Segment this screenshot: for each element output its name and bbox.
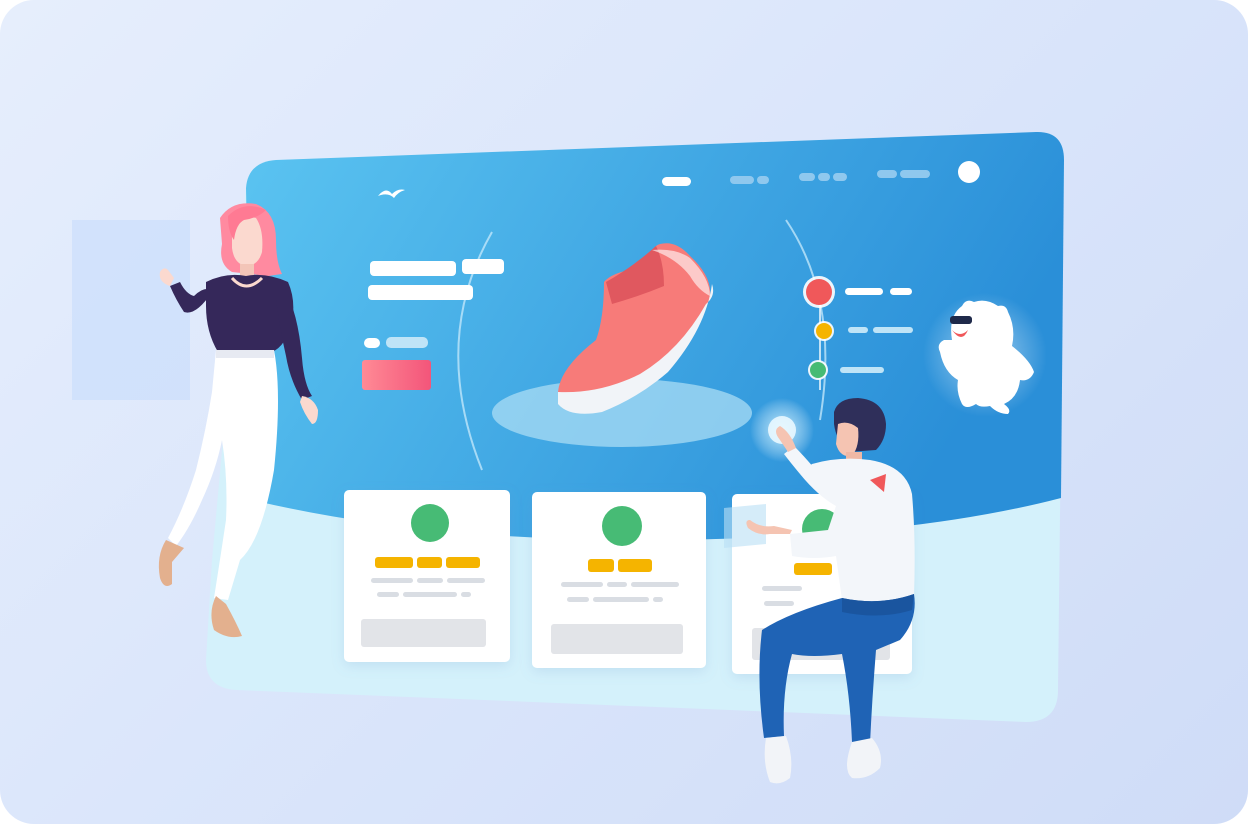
- card-text-line: [653, 597, 663, 602]
- card-rating: [375, 557, 413, 568]
- profile-circle-icon[interactable]: [958, 161, 980, 183]
- card-text-line: [567, 597, 589, 602]
- card-text-line: [607, 582, 627, 587]
- card-text-line: [447, 578, 485, 583]
- card-text-line: [377, 592, 399, 597]
- nav-item-active[interactable]: [662, 177, 691, 186]
- card-avatar: [602, 506, 642, 546]
- timeline-label: [873, 327, 913, 333]
- card-text-line: [417, 578, 443, 583]
- nav-item[interactable]: [877, 170, 897, 178]
- card-text-line: [461, 592, 471, 597]
- card-text-line: [593, 597, 649, 602]
- timeline-label: [845, 288, 883, 295]
- nav-item[interactable]: [799, 173, 815, 181]
- nav-item[interactable]: [757, 176, 769, 184]
- card-rating: [794, 563, 832, 575]
- card-button[interactable]: [361, 619, 486, 647]
- timeline-step-icon[interactable]: [810, 362, 826, 378]
- card-text-line: [403, 592, 457, 597]
- timeline-label: [848, 327, 868, 333]
- hero-tag: [386, 337, 428, 348]
- hero-title-line: [368, 285, 473, 300]
- hero-title-line: [370, 261, 456, 276]
- nav-item[interactable]: [730, 176, 754, 184]
- card-button[interactable]: [551, 624, 683, 654]
- card-avatar: [411, 504, 449, 542]
- timeline-label: [840, 367, 884, 373]
- timeline-step-icon[interactable]: [816, 323, 832, 339]
- timeline-label: [890, 288, 912, 295]
- card-text-line: [764, 601, 794, 606]
- product-card[interactable]: [532, 492, 706, 668]
- card-rating: [618, 559, 652, 572]
- card-rating: [588, 559, 614, 572]
- illustration-canvas: [72, 131, 1064, 784]
- card-text-line: [561, 582, 603, 587]
- hero-cta-button[interactable]: [362, 360, 431, 390]
- hero-title-line: [462, 259, 504, 274]
- card-rating: [417, 557, 442, 568]
- card-text-line: [631, 582, 679, 587]
- nav-item[interactable]: [900, 170, 930, 178]
- background-panel: [72, 220, 190, 400]
- card-rating: [446, 557, 480, 568]
- illustration-frame: [0, 0, 1248, 824]
- timeline-step-icon[interactable]: [806, 279, 832, 305]
- card-text-line: [762, 586, 802, 591]
- hero-tag: [364, 338, 380, 348]
- nav-item[interactable]: [818, 173, 830, 181]
- nav-item[interactable]: [833, 173, 847, 181]
- bear-mascot-icon: [923, 293, 1047, 417]
- product-card[interactable]: [344, 490, 510, 662]
- card-text-line: [371, 578, 413, 583]
